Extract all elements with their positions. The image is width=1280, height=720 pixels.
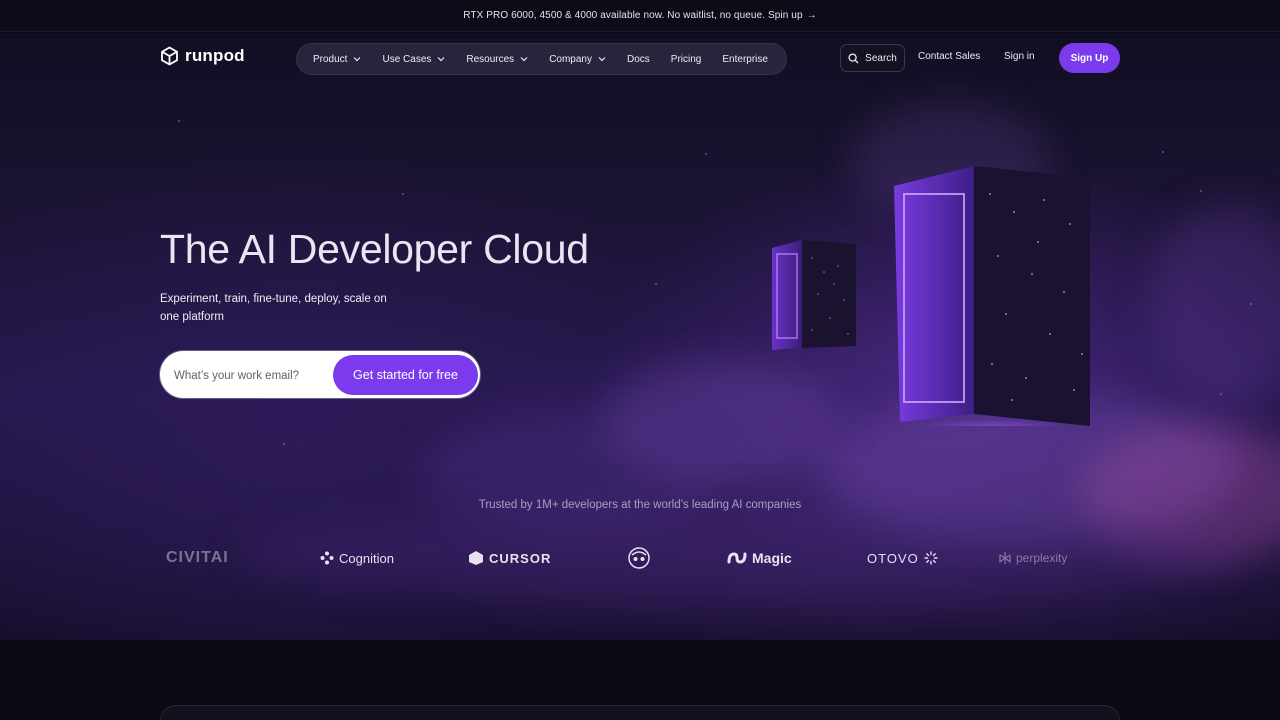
brand-name: Magic: [752, 550, 792, 566]
trusted-by-text: Trusted by 1M+ developers at the world’s…: [478, 499, 802, 511]
mascot-logo: [628, 547, 655, 569]
star: [1250, 303, 1252, 305]
small-server-illustration: [772, 240, 856, 350]
chevron-down-icon: [598, 57, 606, 62]
perplexity-icon: [999, 552, 1011, 564]
cloud-shape: [1150, 203, 1280, 403]
large-server-illustration: [894, 166, 1090, 426]
chevron-down-icon: [354, 57, 361, 62]
star: [1200, 190, 1202, 192]
logo-text: runpod: [185, 46, 245, 65]
arrow-right-icon: →: [806, 10, 817, 21]
nav-item-pricing[interactable]: Pricing: [671, 54, 702, 65]
star: [655, 283, 657, 285]
brand-name: CURSOR: [489, 550, 552, 566]
cognition-icon: [320, 551, 334, 565]
nav-item-use-cases[interactable]: Use Cases: [382, 54, 445, 65]
brand-name: OTOVO: [867, 550, 919, 566]
sun-rays-icon: [924, 551, 938, 565]
nav-item-label: Product: [313, 53, 348, 65]
cube-logo-icon: [161, 46, 178, 66]
nav-item-company[interactable]: Company: [549, 54, 606, 65]
magic-logo: Magic: [727, 548, 792, 568]
contact-sales-link[interactable]: Contact Sales: [918, 51, 980, 62]
nav-item-product[interactable]: Product: [313, 54, 361, 65]
star: [402, 193, 404, 195]
lower-card: [160, 705, 1120, 720]
cursor-logo: CURSOR: [468, 548, 551, 568]
nav-item-docs[interactable]: Docs: [627, 54, 650, 65]
civitai-logo: CIVITAI: [166, 548, 229, 568]
email-input[interactable]: [174, 367, 324, 385]
lower-section: [0, 640, 1280, 720]
chevron-down-icon: [520, 57, 528, 62]
email-signup-form: Get started for free: [160, 351, 480, 398]
mascot-icon: [628, 547, 650, 569]
nav-item-label: Docs: [627, 53, 650, 65]
hero-title: The AI Developer Cloud: [160, 226, 589, 272]
star: [1220, 393, 1222, 395]
cursor-icon: [469, 551, 483, 565]
nav-item-label: Pricing: [670, 53, 702, 65]
top-nav: runpod Product Use Cases Resources Compa…: [0, 33, 1280, 83]
get-started-button[interactable]: Get started for free: [333, 355, 478, 395]
announcement-bar[interactable]: RTX PRO 6000, 4500 & 4000 available now.…: [0, 0, 1280, 32]
star: [1162, 151, 1164, 153]
hero-subtitle: Experiment, train, fine-tune, deploy, sc…: [160, 293, 387, 323]
sign-in-link[interactable]: Sign in: [1004, 51, 1035, 62]
sign-up-button[interactable]: Sign Up: [1059, 43, 1120, 73]
nav-item-label: Use Cases: [382, 53, 432, 65]
brand-name: perplexity: [1016, 551, 1068, 565]
nav-menu: Product Use Cases Resources Company Docs…: [296, 43, 787, 75]
otovo-logo: OTOVO: [867, 548, 938, 568]
star: [283, 443, 285, 445]
nav-item-label: Company: [549, 53, 592, 65]
search-button[interactable]: Search: [840, 44, 905, 72]
search-label: Search: [865, 52, 897, 64]
runpod-logo[interactable]: runpod: [160, 45, 245, 67]
chevron-down-icon: [437, 57, 445, 62]
cognition-logo: Cognition: [320, 548, 394, 568]
star: [705, 153, 707, 155]
star: [178, 120, 180, 122]
announcement-text: RTX PRO 6000, 4500 & 4000 available now.…: [463, 10, 803, 21]
brand-name: CIVITAI: [166, 549, 229, 566]
search-icon: [848, 52, 859, 63]
magic-icon: [727, 552, 747, 564]
nav-item-label: Resources: [466, 53, 515, 65]
nav-item-resources[interactable]: Resources: [466, 54, 528, 65]
brand-name: Cognition: [339, 550, 394, 566]
nav-item-label: Enterprise: [722, 53, 768, 65]
customer-logos: CIVITAI Cognition CURSOR Magic OTOVO per…: [0, 540, 1280, 574]
perplexity-logo: perplexity: [999, 548, 1067, 568]
nav-item-enterprise[interactable]: Enterprise: [722, 54, 768, 65]
